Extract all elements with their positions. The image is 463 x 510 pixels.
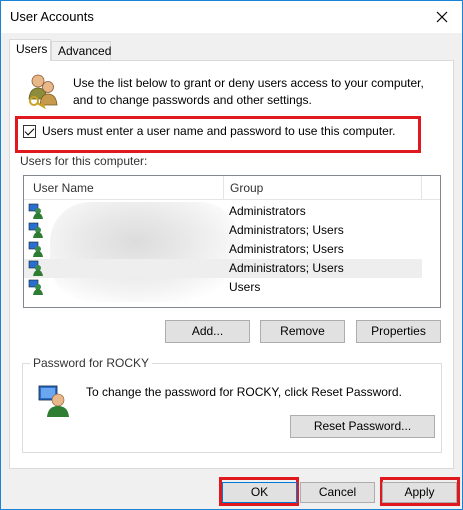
- window-title: User Accounts: [10, 9, 94, 24]
- close-button[interactable]: [422, 1, 462, 32]
- group-cell: Administrators; Users: [229, 242, 344, 256]
- users-icon: [28, 74, 58, 109]
- column-group[interactable]: Group: [230, 181, 263, 195]
- user-icon: [28, 279, 43, 295]
- apply-button[interactable]: Apply: [382, 482, 457, 503]
- title-bar: User Accounts: [1, 1, 462, 33]
- table-row-selected[interactable]: Administrators; Users: [24, 259, 422, 278]
- user-icon: [28, 203, 43, 219]
- remove-user-button[interactable]: Remove: [260, 320, 345, 343]
- users-section-label: Users for this computer:: [20, 154, 148, 168]
- password-groupbox-label: Password for ROCKY: [30, 356, 153, 370]
- table-row[interactable]: Administrators; Users: [24, 221, 422, 240]
- require-login-checkbox[interactable]: [23, 124, 36, 138]
- column-divider[interactable]: [223, 176, 224, 199]
- group-cell: Administrators; Users: [229, 223, 344, 237]
- column-user-name[interactable]: User Name: [33, 181, 94, 195]
- add-user-button[interactable]: Add...: [165, 320, 250, 343]
- column-divider[interactable]: [421, 176, 422, 199]
- user-icon: [28, 222, 43, 238]
- properties-button[interactable]: Properties: [356, 320, 441, 343]
- table-row[interactable]: Administrators; Users: [24, 240, 422, 259]
- tab-users[interactable]: Users: [9, 39, 51, 61]
- ok-button[interactable]: OK: [222, 482, 297, 503]
- tab-advanced[interactable]: Advanced: [51, 41, 111, 60]
- password-groupbox: Password for ROCKY To change the passwor…: [22, 356, 442, 453]
- password-instructions: To change the password for ROCKY, click …: [86, 385, 402, 399]
- close-icon: [436, 11, 448, 22]
- group-cell: Administrators; Users: [229, 261, 344, 275]
- users-list[interactable]: User Name Group Administrators Administr…: [23, 175, 441, 308]
- users-tab-panel: Use the list below to grant or deny user…: [9, 60, 454, 469]
- intro-text: Use the list below to grant or deny user…: [73, 76, 424, 107]
- user-password-icon: [38, 385, 69, 417]
- users-list-header: User Name Group: [24, 176, 440, 200]
- user-icon: [28, 260, 43, 276]
- reset-password-button[interactable]: Reset Password...: [290, 415, 435, 438]
- user-icon: [28, 241, 43, 257]
- user-accounts-window: User Accounts Users Advanced Use the lis…: [0, 0, 463, 510]
- require-login-label: Users must enter a user name and passwor…: [42, 124, 396, 138]
- require-login-row[interactable]: Users must enter a user name and passwor…: [23, 124, 396, 138]
- group-cell: Administrators: [229, 204, 306, 218]
- table-row[interactable]: Administrators: [24, 202, 422, 221]
- group-cell: Users: [229, 280, 261, 294]
- table-row[interactable]: Users: [24, 278, 422, 297]
- cancel-button[interactable]: Cancel: [300, 482, 375, 503]
